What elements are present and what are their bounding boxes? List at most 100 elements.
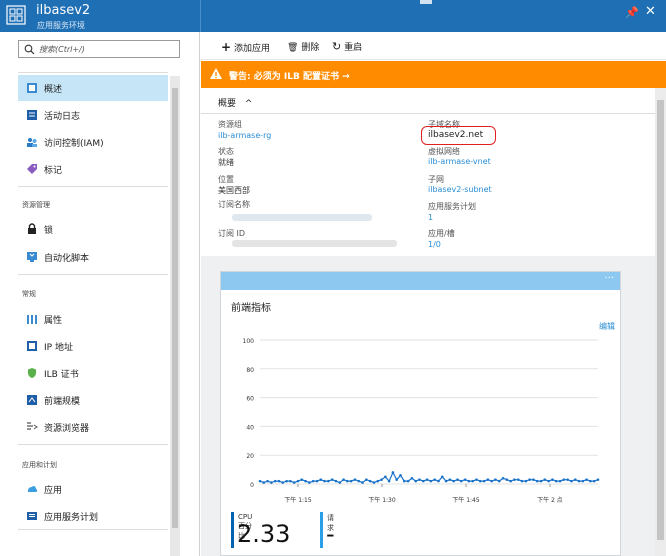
vnet-label: 虚拟网络 (428, 147, 460, 156)
data-point (270, 481, 273, 484)
data-point (266, 479, 269, 483)
sidebar-item-iam[interactable]: 访问控制(IAM) (18, 129, 168, 155)
data-point (315, 479, 319, 483)
content-scrollbar[interactable] (655, 88, 666, 556)
content-scroll-thumb[interactable] (657, 100, 664, 540)
more-icon[interactable]: ··· (604, 273, 614, 284)
x-tick-label: 下午 1:45 (452, 496, 480, 504)
data-point (330, 478, 334, 481)
data-point (558, 479, 562, 483)
data-point (585, 478, 588, 481)
app-service-plans-label: 应用服务计划 (428, 202, 476, 211)
data-point (566, 478, 569, 481)
pin-icon[interactable]: 📌 (625, 6, 639, 19)
data-point (520, 479, 524, 483)
data-point (410, 476, 414, 480)
sidebar-item-properties[interactable]: 属性 (18, 306, 168, 332)
add-app-button[interactable]: + 添加应用 (221, 40, 270, 54)
warning-text: 警告: 必须为 ILB 配置证书 → (229, 72, 350, 82)
data-point (478, 479, 482, 483)
data-point (391, 471, 395, 474)
apps-slots-label: 应用/槽 (428, 229, 455, 238)
data-point (273, 479, 277, 483)
resource-group-link[interactable]: ilb-armase-rg (218, 131, 271, 140)
data-point (414, 479, 418, 483)
data-point (437, 479, 440, 483)
requests-metric-value: - (326, 520, 335, 548)
status-value: 就绪 (218, 158, 234, 167)
tag-icon (27, 164, 37, 174)
resource-group-label: 资源组 (218, 120, 242, 129)
data-point (429, 479, 433, 483)
data-point (494, 478, 497, 481)
data-point (406, 479, 410, 483)
data-point (509, 479, 512, 483)
apps-slots-link[interactable]: 1/0 (428, 240, 441, 249)
data-point (368, 479, 372, 483)
data-point (551, 478, 554, 481)
title-bar: ilbasev2 应用服务环境 📌 ✕ (0, 0, 666, 32)
sidebar-item-locks[interactable]: 锁 (18, 216, 168, 242)
data-point (440, 475, 444, 479)
sidebar-item-ip-addresses[interactable]: IP 地址 (18, 333, 168, 359)
data-point (418, 478, 421, 481)
essentials-toggle[interactable]: 概要 ^ (218, 96, 252, 109)
warning-banner[interactable]: 警告: 必须为 ILB 配置证书 → (201, 61, 666, 88)
ip-address-icon (27, 341, 37, 351)
tile-title: 前端指标 (231, 303, 271, 314)
sidebar-item-resource-explorer[interactable]: 资源浏览器 (18, 414, 168, 440)
y-tick-label: 80 (246, 367, 254, 374)
data-point (285, 479, 288, 483)
cpu-metric-value: 2.33 (237, 520, 291, 548)
app-service-plans-link[interactable]: 1 (428, 213, 433, 222)
location-value: 美国西部 (218, 186, 250, 195)
y-tick-label: 40 (246, 424, 254, 431)
data-point (399, 474, 402, 477)
sidebar-item-ilb-certificate[interactable]: ILB 证书 (18, 360, 168, 386)
data-point (403, 479, 406, 483)
sidebar-item-automation-script[interactable]: 自动化脚本 (18, 244, 168, 270)
data-point (422, 479, 425, 483)
data-point (433, 478, 436, 481)
plus-icon: + (221, 40, 232, 54)
data-point (346, 479, 349, 483)
subdomain-value: ilbasev2.net (428, 130, 484, 140)
y-tick-label: 100 (243, 338, 255, 345)
data-point (289, 479, 292, 483)
sidebar-item-activity-log[interactable]: 活动日志 (18, 102, 168, 128)
data-point (459, 479, 463, 483)
data-point (573, 478, 577, 481)
activity-log-icon (27, 110, 37, 120)
sidebar-scroll-thumb[interactable] (172, 88, 178, 528)
close-icon[interactable]: ✕ (645, 4, 656, 19)
data-point (524, 479, 528, 483)
data-point (497, 479, 501, 483)
sidebar-item-apps[interactable]: 应用 (18, 476, 168, 502)
scale-icon (27, 395, 37, 405)
cpu-metric-bar (231, 512, 234, 548)
search-icon (24, 44, 35, 55)
subnet-label: 子网 (428, 175, 444, 184)
data-point (258, 479, 262, 483)
resource-menu: 搜索(Ctrl+/) 概述 活动日志 访问控制(IAM) 标记 资源管理 锁 自… (0, 32, 200, 556)
subnet-link[interactable]: ilbasev2-subnet (428, 185, 492, 194)
data-point (471, 479, 474, 483)
data-point (327, 479, 330, 483)
data-point (342, 478, 345, 481)
overview-icon (27, 83, 37, 93)
sidebar-item-overview[interactable]: 概述 (18, 75, 168, 101)
sidebar-item-front-end-scale[interactable]: 前端规模 (18, 387, 168, 413)
data-point (292, 481, 296, 484)
data-point (592, 479, 596, 483)
sidebar-item-app-service-plans[interactable]: 应用服务计划 (18, 503, 168, 529)
data-point (577, 479, 581, 483)
delete-button[interactable]: 🗑 删除 (287, 40, 319, 53)
restart-button[interactable]: ↻ 重启 (332, 40, 362, 53)
x-tick-label: 下午 2 点 (537, 496, 563, 504)
subscription-name-redacted[interactable] (232, 214, 372, 221)
search-input[interactable]: 搜索(Ctrl+/) (18, 40, 180, 58)
data-point (490, 479, 493, 483)
sidebar-item-tags[interactable]: 标记 (18, 156, 168, 182)
y-tick-label: 60 (246, 396, 254, 403)
vnet-link[interactable]: ilb-armase-vnet (428, 157, 491, 166)
